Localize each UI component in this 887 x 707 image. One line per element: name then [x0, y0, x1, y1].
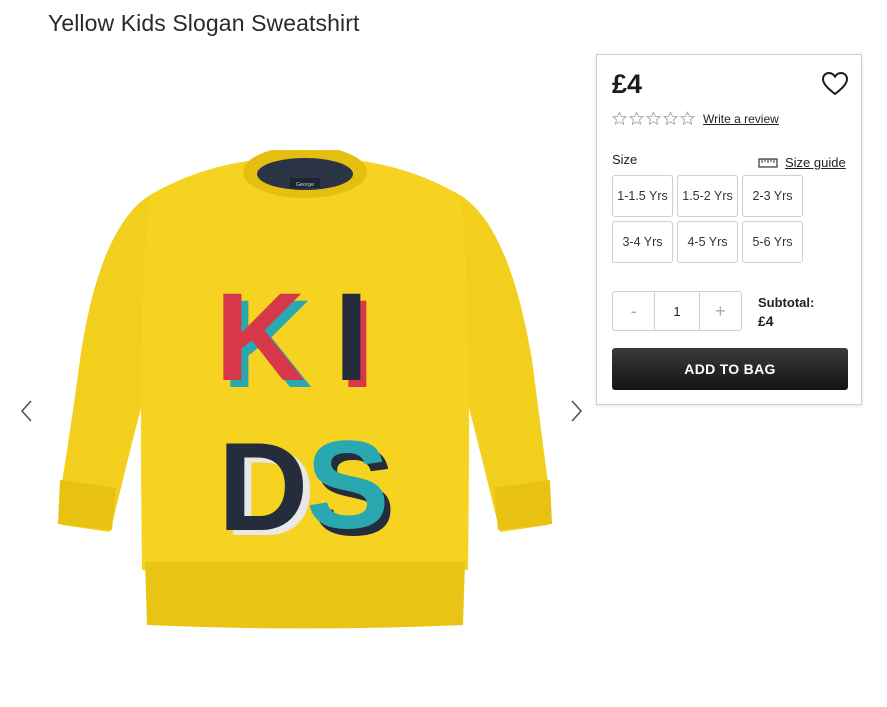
brand-label: George: [296, 182, 314, 188]
write-review-link[interactable]: Write a review: [703, 112, 779, 126]
chevron-left-icon: [20, 400, 32, 422]
subtotal: Subtotal: £4: [758, 295, 814, 329]
print-letter-d: D: [218, 418, 308, 557]
rating: Write a review: [612, 111, 779, 126]
star-icon[interactable]: [680, 111, 695, 126]
purchase-panel: £4 Write a review Size Size guide 1-1.5 …: [596, 54, 862, 405]
star-icon[interactable]: [646, 111, 661, 126]
size-label: Size: [612, 152, 638, 167]
size-option[interactable]: 4-5 Yrs: [677, 221, 738, 263]
wishlist-button[interactable]: [821, 71, 849, 97]
print-letter-s: S: [306, 416, 389, 555]
heart-icon: [821, 71, 849, 96]
quantity-stepper: - 1 +: [612, 291, 742, 331]
quantity-input[interactable]: 1: [654, 292, 700, 330]
size-option[interactable]: 1.5-2 Yrs: [677, 175, 738, 217]
print-letter-i: I: [334, 268, 369, 407]
size-option[interactable]: 5-6 Yrs: [742, 221, 803, 263]
star-icon[interactable]: [629, 111, 644, 126]
add-to-bag-button[interactable]: ADD TO BAG: [612, 348, 848, 390]
ruler-icon: [758, 157, 778, 168]
size-option[interactable]: 3-4 Yrs: [612, 221, 673, 263]
size-option[interactable]: 1-1.5 Yrs: [612, 175, 673, 217]
product-gallery: George K K I I D D S S: [0, 0, 590, 707]
hem: [145, 562, 465, 629]
print-letter-k: K: [215, 268, 305, 407]
decrement-button[interactable]: -: [613, 292, 654, 330]
star-icon[interactable]: [612, 111, 627, 126]
left-cuff: [58, 480, 116, 530]
product-image[interactable]: George K K I I D D S S: [50, 150, 560, 640]
increment-button[interactable]: +: [700, 292, 741, 330]
right-cuff: [494, 480, 552, 530]
size-option[interactable]: 2-3 Yrs: [742, 175, 803, 217]
subtotal-label: Subtotal:: [758, 295, 815, 310]
rating-stars: [612, 111, 695, 126]
next-image-button[interactable]: [565, 396, 587, 426]
price: £4: [612, 69, 643, 99]
size-guide-label: Size guide: [785, 155, 846, 170]
size-options: 1-1.5 Yrs 1.5-2 Yrs 2-3 Yrs 3-4 Yrs 4-5 …: [612, 175, 807, 263]
star-icon[interactable]: [663, 111, 678, 126]
subtotal-value: £4: [758, 313, 774, 329]
size-guide-link[interactable]: Size guide: [758, 155, 846, 170]
prev-image-button[interactable]: [16, 396, 38, 426]
chevron-right-icon: [571, 400, 583, 422]
